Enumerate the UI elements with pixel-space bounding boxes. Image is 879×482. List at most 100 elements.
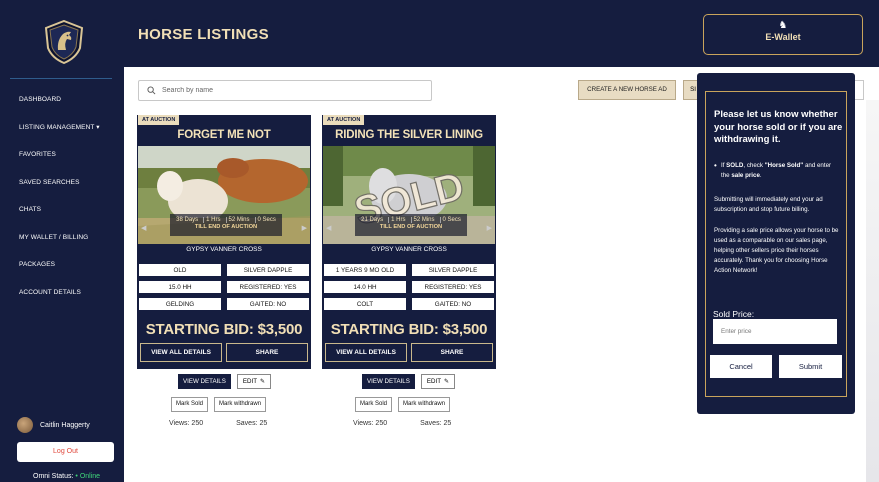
listing-stats: Views: 250 Saves: 25 <box>169 420 267 427</box>
sold-price-input[interactable] <box>713 319 837 344</box>
attr-height: 14.0 HH <box>323 280 407 294</box>
sidebar-item-chats[interactable]: CHATS <box>0 200 124 228</box>
horse-name: FORGET ME NOT <box>177 129 271 141</box>
cancel-button[interactable]: Cancel <box>710 355 772 378</box>
attr-color: SILVER DAPPLE <box>411 263 495 277</box>
omni-status: Omni Status: • Online <box>33 473 100 480</box>
attr-registered: REGISTERED: YES <box>226 280 310 294</box>
sidebar-item-packages[interactable]: PACKAGES <box>0 255 124 283</box>
starting-bid: STARTING BID: $3,500 <box>145 321 303 338</box>
sidebar-item-dashboard[interactable]: DASHBOARD <box>0 90 124 118</box>
horse-photo[interactable]: ◀ ▶ 38 Days 1 Hrs 52 Mins 0 Secs TILL EN… <box>138 146 310 244</box>
e-wallet-button[interactable]: ♞ E-Wallet <box>703 14 863 55</box>
avatar <box>17 417 33 433</box>
horse-breed: GYPSY VANNER CROSS <box>186 246 262 253</box>
listing-actions: VIEW DETAILS EDIT ✎ <box>362 374 456 389</box>
logout-button[interactable]: Log Out <box>17 442 114 462</box>
submit-button[interactable]: Submit <box>779 355 842 378</box>
search-input[interactable] <box>162 87 412 94</box>
edit-label: EDIT <box>426 378 441 385</box>
horse-name: RIDING THE SILVER LINING <box>335 129 483 141</box>
attr-age: 1 YEARS 9 MO OLD <box>323 263 407 277</box>
top-header: HORSE LISTINGS ♞ E-Wallet <box>124 0 879 67</box>
bullet-text-b: SOLD <box>726 162 744 169</box>
countdown-hours: 1 Hrs <box>388 217 407 223</box>
sidebar-divider <box>10 78 112 79</box>
mark-withdrawn-button[interactable]: Mark withdrawn <box>398 397 451 412</box>
mark-sold-button[interactable]: Mark Sold <box>171 397 209 412</box>
countdown-days: 21 Days <box>361 217 384 223</box>
mark-sold-modal: Please let us know whether your horse so… <box>697 73 855 414</box>
countdown-minutes: 52 Mins <box>225 217 252 223</box>
countdown-days: 38 Days <box>176 217 199 223</box>
views-count: Views: 250 <box>353 420 388 427</box>
sidebar-item-favorites[interactable]: FAVORITES <box>0 145 124 173</box>
view-details-button[interactable]: VIEW DETAILS <box>362 374 415 389</box>
photo-prev-arrow-icon[interactable]: ◀ <box>141 224 146 232</box>
listing-card: AT AUCTION FORGET ME NOT ◀ ▶ 38 Days 1 H… <box>137 115 311 369</box>
modal-title: Please let us know whether your horse so… <box>714 109 843 145</box>
photo-next-arrow-icon[interactable]: ▶ <box>487 224 492 232</box>
sidebar-item-wallet-billing[interactable]: MY WALLET / BILLING <box>0 228 124 256</box>
status-actions: Mark Sold Mark withdrawn <box>171 397 267 412</box>
sidebar-item-listing-management[interactable]: LISTING MANAGEMENT ▾ <box>0 118 124 146</box>
sold-price-label: Sold Price: <box>713 309 755 319</box>
starting-bid: STARTING BID: $3,500 <box>330 321 488 338</box>
listing-stats: Views: 250 Saves: 25 <box>353 420 451 427</box>
sidebar-item-account-details[interactable]: ACCOUNT DETAILS <box>0 283 124 311</box>
attr-sex: GELDING <box>138 297 222 311</box>
auction-badge: AT AUCTION <box>138 115 180 125</box>
sidebar-item-saved-searches[interactable]: SAVED SEARCHES <box>0 173 124 201</box>
search-icon <box>147 86 156 95</box>
edit-icon: ✎ <box>443 378 450 385</box>
attr-age: OLD <box>138 263 222 277</box>
share-button[interactable]: SHARE <box>226 343 308 362</box>
modal-comparable-note: Providing a sale price allows your horse… <box>714 227 839 274</box>
modal-bullet-instruction: If SOLD, check "Horse Sold" and enter th… <box>714 161 841 181</box>
card-actions: VIEW ALL DETAILS SHARE <box>140 343 308 362</box>
countdown-minutes: 52 Mins <box>410 217 437 223</box>
attribute-grid: 1 YEARS 9 MO OLD SILVER DAPPLE 14.0 HH R… <box>323 263 495 311</box>
sidebar-nav: DASHBOARD LISTING MANAGEMENT ▾ FAVORITES… <box>0 90 124 310</box>
share-button[interactable]: SHARE <box>411 343 493 362</box>
countdown-seconds: 0 Secs <box>254 217 278 223</box>
bullet-text-d: "Horse Sold" <box>764 162 804 169</box>
view-details-button[interactable]: VIEW DETAILS <box>178 374 231 389</box>
edit-icon: ✎ <box>259 378 266 385</box>
page-scrollbar[interactable] <box>866 100 879 482</box>
mark-withdrawn-button[interactable]: Mark withdrawn <box>214 397 267 412</box>
bullet-text-c: , check <box>743 162 765 169</box>
sidebar: DASHBOARD LISTING MANAGEMENT ▾ FAVORITES… <box>0 0 124 482</box>
view-all-details-button[interactable]: VIEW ALL DETAILS <box>140 343 222 362</box>
countdown-hours: 1 Hrs <box>203 217 222 223</box>
saves-count: Saves: 25 <box>420 420 452 427</box>
photo-prev-arrow-icon[interactable]: ◀ <box>326 224 331 232</box>
horse-breed: GYPSY VANNER CROSS <box>371 246 447 253</box>
mark-sold-button[interactable]: Mark Sold <box>355 397 393 412</box>
view-all-details-button[interactable]: VIEW ALL DETAILS <box>325 343 407 362</box>
horse-photo[interactable]: SOLD ◀ ▶ 21 Days 1 Hrs 52 Mins 0 Secs TI… <box>323 146 495 244</box>
bullet-text-g: . <box>759 172 762 179</box>
auction-badge: AT AUCTION <box>323 115 365 125</box>
attribute-grid: OLD SILVER DAPPLE 15.0 HH REGISTERED: YE… <box>138 263 310 311</box>
modal-billing-note: Submitting will immediately end your ad … <box>714 196 823 213</box>
countdown-seconds: 0 Secs <box>439 217 463 223</box>
auction-countdown: 21 Days 1 Hrs 52 Mins 0 Secs TILL END OF… <box>355 214 467 236</box>
brand-logo-icon[interactable] <box>44 20 84 64</box>
edit-label: EDIT <box>242 378 257 385</box>
status-actions: Mark Sold Mark withdrawn <box>355 397 451 412</box>
search-box[interactable] <box>138 80 432 101</box>
create-horse-ad-button[interactable]: CREATE A NEW HORSE AD <box>578 80 676 100</box>
user-profile[interactable]: Caitlin Haggerty <box>17 417 90 433</box>
app: DASHBOARD LISTING MANAGEMENT ▾ FAVORITES… <box>0 0 879 482</box>
user-name: Caitlin Haggerty <box>40 421 90 429</box>
edit-button[interactable]: EDIT ✎ <box>420 374 456 389</box>
saves-count: Saves: 25 <box>236 420 268 427</box>
card-actions: VIEW ALL DETAILS SHARE <box>325 343 493 362</box>
photo-next-arrow-icon[interactable]: ▶ <box>302 224 307 232</box>
listing-actions: VIEW DETAILS EDIT ✎ <box>178 374 272 389</box>
attr-gaited: GAITED: NO <box>411 297 495 311</box>
edit-button[interactable]: EDIT ✎ <box>236 374 272 389</box>
attr-sex: COLT <box>323 297 407 311</box>
attr-gaited: GAITED: NO <box>226 297 310 311</box>
